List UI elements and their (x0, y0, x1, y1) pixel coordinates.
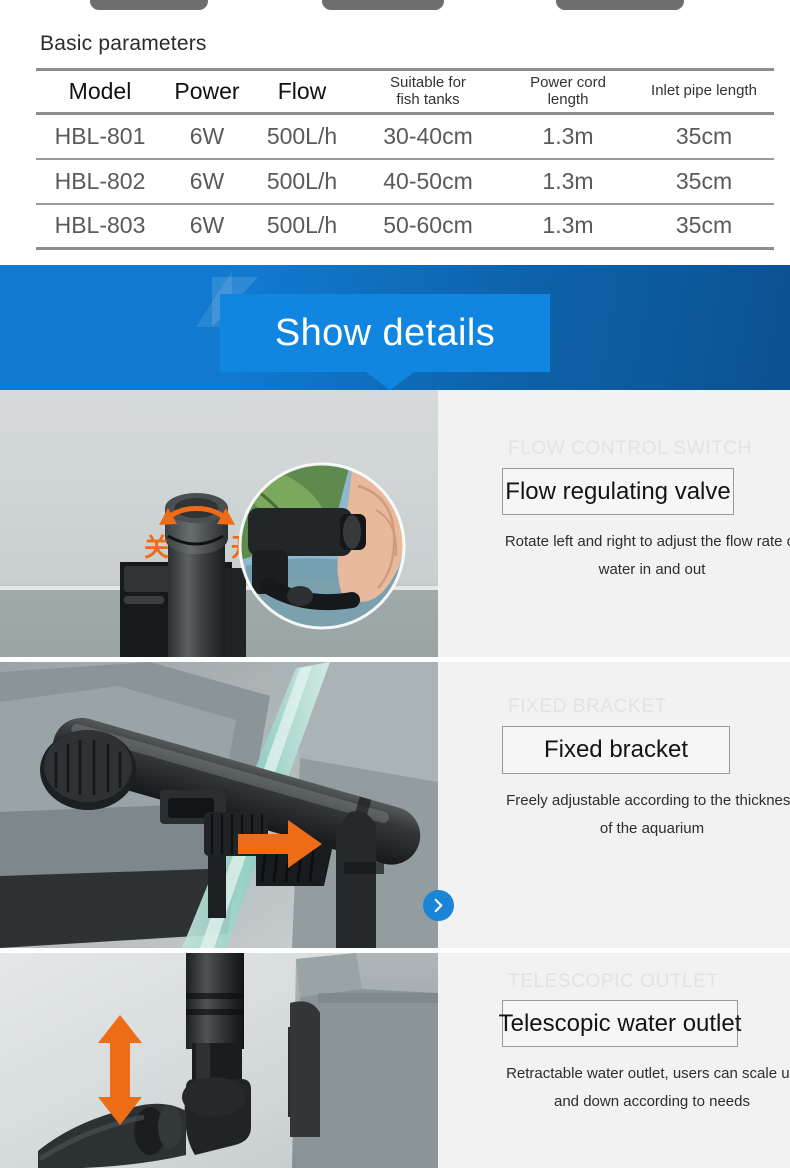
product-detail-page: Basic parameters Model Power Flow Suitab… (0, 0, 790, 1168)
watermark-text: FLOW CONTROL SWITCH (508, 438, 752, 459)
description-text: Retractable water outlet, users can scal… (506, 1065, 790, 1110)
basic-parameters-section: Basic parameters Model Power Flow Suitab… (0, 10, 790, 262)
photo-artwork (0, 662, 438, 948)
cell-inlet-pipe: 35cm (634, 113, 774, 160)
cell-inlet-pipe: 35cm (634, 203, 774, 250)
headline-box: Fixed bracket (502, 726, 730, 774)
banner-panel: Show details (220, 294, 550, 372)
watermark-text: FIXED BRACKET (508, 696, 667, 717)
cell-fish-tank: 50-60cm (354, 203, 502, 250)
photo-artwork: 关 开 (0, 390, 438, 657)
cell-power-cord: 1.3m (502, 113, 634, 160)
description-text: Rotate left and right to adjust the flow… (504, 533, 790, 578)
detail-row-telescopic-outlet: TELESCOPIC OUTLET Telescopic water outle… (0, 953, 790, 1168)
specifications-table: Model Power Flow Suitable for fish tanks… (36, 68, 774, 250)
headline-box: Telescopic water outlet (499, 1000, 741, 1047)
table-header: Model Power Flow Suitable for fish tanks… (36, 68, 774, 115)
column-header-fish-tank-line2: fish tanks (396, 90, 460, 108)
top-tab-strip (0, 0, 790, 10)
cell-fish-tank: 40-50cm (354, 158, 502, 205)
cell-power: 6W (164, 113, 250, 160)
cell-flow: 500L/h (250, 203, 354, 250)
detail-row-flow-valve: 关 开 (0, 390, 790, 921)
cell-fish-tank: 30-40cm (354, 113, 502, 160)
cell-inlet-pipe: 35cm (634, 158, 774, 205)
fixed-bracket-info: FIXED BRACKET Fixed bracket Freely adjus… (438, 662, 790, 948)
column-header-model: Model (36, 68, 164, 115)
chevron-right-icon (434, 898, 443, 913)
description-text: Freely adjustable according to the thick… (506, 792, 790, 837)
section-title: Basic parameters (40, 32, 207, 55)
table-row: HBL-801 6W 500L/h 30-40cm 1.3m 35cm (36, 113, 774, 160)
table-row: HBL-803 6W 500L/h 50-60cm 1.3m 35cm (36, 203, 774, 250)
cell-power: 6W (164, 158, 250, 205)
flow-valve-info: FLOW CONTROL SWITCH Flow regulating valv… (438, 390, 790, 657)
photo-artwork (0, 953, 438, 1168)
show-details-banner: Show details (0, 265, 790, 390)
flow-regulating-valve-photo: 关 开 (0, 390, 438, 657)
next-arrow-button[interactable] (423, 890, 454, 921)
banner-title: Show details (274, 311, 496, 354)
table-body: HBL-801 6W 500L/h 30-40cm 1.3m 35cm HBL-… (36, 113, 774, 250)
svg-text:关: 关 (144, 533, 169, 562)
headline-text: Fixed bracket (543, 736, 689, 763)
column-header-inlet-pipe: Inlet pipe length (634, 68, 774, 115)
table-row: HBL-802 6W 500L/h 40-50cm 1.3m 35cm (36, 158, 774, 205)
top-tab-right[interactable] (556, 0, 684, 10)
watermark-text: TELESCOPIC OUTLET (508, 971, 719, 992)
fixed-bracket-photo (0, 662, 438, 948)
cell-model: HBL-802 (36, 158, 164, 205)
cell-model: HBL-803 (36, 203, 164, 250)
cell-model: HBL-801 (36, 113, 164, 160)
top-tab-center[interactable] (322, 0, 444, 10)
headline-text: Telescopic water outlet (498, 1009, 742, 1037)
column-header-fish-tank: Suitable for fish tanks (354, 68, 502, 115)
top-tab-left[interactable] (90, 0, 208, 10)
cell-power-cord: 1.3m (502, 158, 634, 205)
headline-box: Flow regulating valve (502, 468, 734, 515)
column-header-power-cord: Power cord length (502, 68, 634, 115)
telescopic-water-outlet-photo (0, 953, 438, 1168)
headline-text: Flow regulating valve (505, 477, 731, 505)
telescopic-outlet-info: TELESCOPIC OUTLET Telescopic water outle… (438, 953, 790, 1168)
header-row: Model Power Flow Suitable for fish tanks… (36, 68, 774, 115)
banner-pointer-triangle (366, 372, 414, 390)
cell-power: 6W (164, 203, 250, 250)
column-header-power-cord-line1: Power cord (530, 74, 606, 92)
column-header-flow: Flow (250, 68, 354, 115)
column-header-power-cord-line2: length (547, 90, 589, 108)
column-header-power: Power (164, 68, 250, 115)
detail-row-fixed-bracket: FIXED BRACKET Fixed bracket Freely adjus… (0, 662, 790, 948)
column-header-fish-tank-line1: Suitable for (390, 74, 466, 92)
cell-flow: 500L/h (250, 158, 354, 205)
cell-power-cord: 1.3m (502, 203, 634, 250)
cell-flow: 500L/h (250, 113, 354, 160)
